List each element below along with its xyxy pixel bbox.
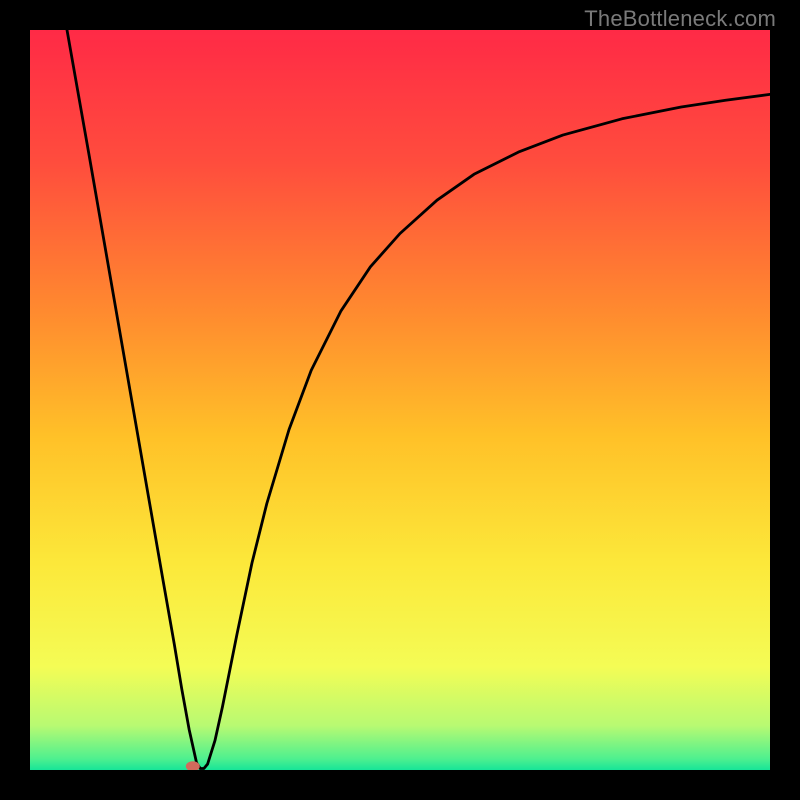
- chart-frame: TheBottleneck.com: [0, 0, 800, 800]
- bottleneck-chart: [30, 30, 770, 770]
- gradient-background: [30, 30, 770, 770]
- watermark-text: TheBottleneck.com: [584, 6, 776, 32]
